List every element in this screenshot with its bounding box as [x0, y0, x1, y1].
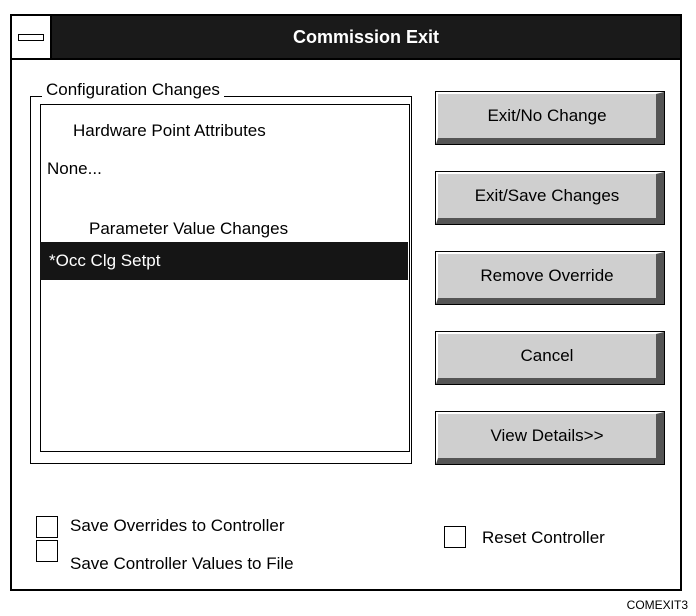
list-heading-parameter: Parameter Value Changes	[89, 219, 289, 238]
list-item-hardware-none[interactable]: None...	[47, 159, 102, 179]
save-overrides-checkbox[interactable]	[36, 516, 58, 538]
exit-save-changes-button[interactable]: Exit/Save Changes	[435, 171, 665, 225]
reset-controller-checkbox[interactable]	[444, 526, 466, 548]
dialog-title: Commission Exit	[292, 27, 440, 47]
title-bar: Commission Exit	[12, 16, 680, 60]
system-menu-icon	[18, 34, 44, 41]
figure-tag: COMEXIT3	[626, 598, 688, 612]
view-details-button[interactable]: View Details>>	[435, 411, 665, 465]
reset-controller-label: Reset Controller	[482, 528, 605, 547]
group-label: Configuration Changes	[42, 80, 224, 100]
system-menu-button[interactable]	[12, 16, 52, 58]
save-values-checkbox[interactable]	[36, 540, 58, 562]
cancel-button[interactable]: Cancel	[435, 331, 665, 385]
save-values-label: Save Controller Values to File	[70, 554, 294, 573]
list-heading-hardware: Hardware Point Attributes	[73, 121, 266, 140]
exit-no-change-button[interactable]: Exit/No Change	[435, 91, 665, 145]
changes-listbox[interactable]: Hardware Point Attributes None... Parame…	[40, 104, 410, 452]
remove-override-button[interactable]: Remove Override	[435, 251, 665, 305]
save-overrides-label: Save Overrides to Controller	[70, 516, 285, 535]
list-item-selected[interactable]: *Occ Clg Setpt	[40, 242, 408, 280]
